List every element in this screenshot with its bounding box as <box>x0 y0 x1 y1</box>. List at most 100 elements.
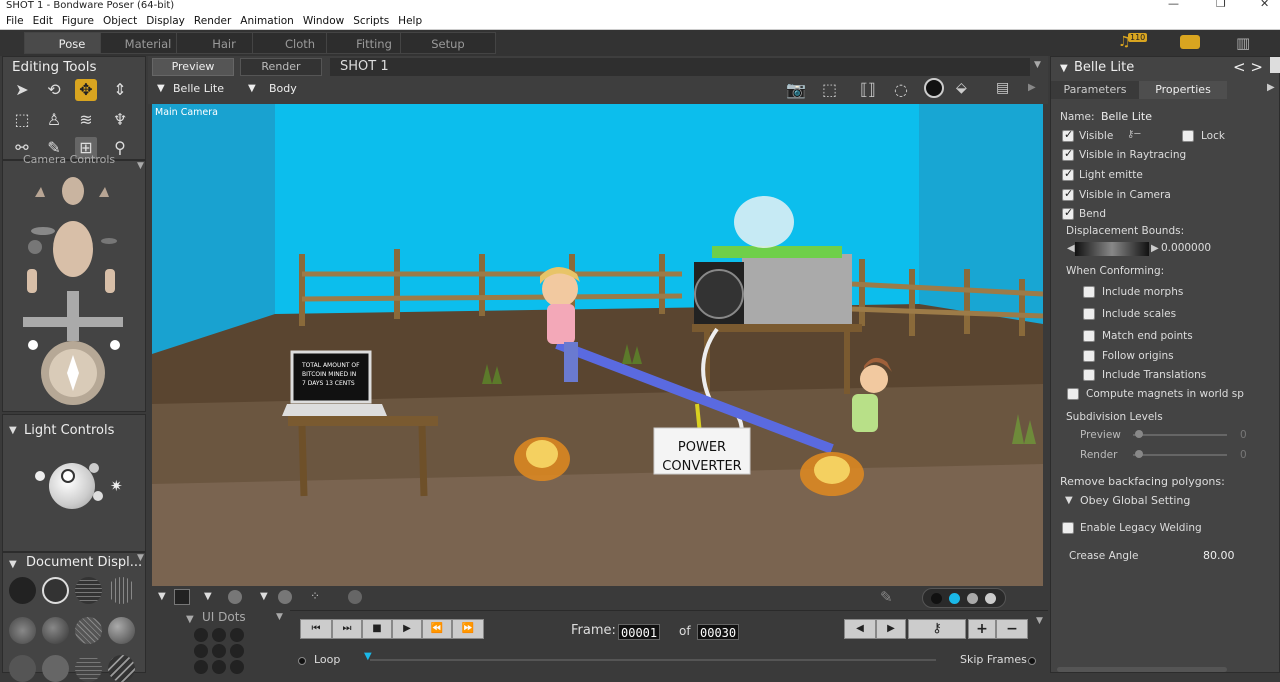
camera-dashed-icon[interactable]: ⬚ <box>822 80 837 99</box>
maximize-icon[interactable]: ❐ <box>1216 0 1226 10</box>
more-arrow-icon[interactable]: ▶ <box>1028 82 1036 93</box>
menu-object[interactable]: Object <box>103 15 137 27</box>
panel-menu-icon[interactable]: ▼ <box>276 612 283 622</box>
light-dot[interactable] <box>89 463 99 473</box>
next-frame-button[interactable]: ⏩ <box>452 619 484 639</box>
horizontal-scrollbar[interactable] <box>1057 667 1227 672</box>
increase-arrow-icon[interactable]: ▶ <box>1151 243 1159 254</box>
preview-subdiv-slider[interactable] <box>1133 434 1227 436</box>
crease-angle-value[interactable]: 80.00 <box>1203 549 1235 562</box>
scale-tool-icon[interactable]: ⬚ <box>11 109 33 131</box>
dots-cluster-icon[interactable]: ⁘ <box>310 589 330 605</box>
ui-dot[interactable] <box>194 660 208 674</box>
scene-dot[interactable] <box>949 593 960 604</box>
ui-dot[interactable] <box>212 660 226 674</box>
ui-dot[interactable] <box>194 644 208 658</box>
part-dropdown-icon[interactable]: ▼ <box>248 83 256 94</box>
more-arrow-icon[interactable]: ▶ <box>1267 82 1275 93</box>
color-swatch[interactable] <box>174 589 190 605</box>
camera-globe-icon[interactable] <box>924 78 944 98</box>
play-button[interactable]: ▶ <box>392 619 422 639</box>
light-handle[interactable] <box>61 469 75 483</box>
flat-shaded-style-button[interactable] <box>42 617 69 644</box>
outline-style-button[interactable] <box>42 577 69 604</box>
displacement-dial[interactable] <box>1075 242 1149 256</box>
tab-setup[interactable]: Setup <box>400 32 496 54</box>
twist-tool-icon[interactable]: ♙ <box>43 109 65 131</box>
close-icon[interactable]: ✕ <box>1260 0 1269 10</box>
skip-frames-radio[interactable] <box>1028 657 1036 665</box>
visible-in-raytracing-checkbox[interactable] <box>1062 147 1074 161</box>
render-slider-handle[interactable] <box>1135 450 1143 458</box>
camera-controls-graphic[interactable] <box>13 169 133 409</box>
menu-figure[interactable]: Figure <box>62 15 94 27</box>
camera-flyaround-icon[interactable]: ⬙ <box>956 80 967 96</box>
shading-sphere-icon[interactable] <box>348 590 362 604</box>
scene-dot[interactable] <box>931 593 942 604</box>
collapse-icon[interactable]: ▼ <box>9 425 17 436</box>
ui-dot[interactable] <box>212 628 226 642</box>
menu-animation[interactable]: Animation <box>240 15 294 27</box>
timeline-playhead-icon[interactable]: ▼ <box>364 651 372 662</box>
lit-wireframe-style-button[interactable] <box>9 617 36 644</box>
tab-preview[interactable]: Preview <box>152 58 234 76</box>
preview-slider-handle[interactable] <box>1135 430 1143 438</box>
current-frame-field[interactable]: 00001 <box>618 624 661 640</box>
scene-dot[interactable] <box>967 593 978 604</box>
move-tool-icon[interactable]: ⇕ <box>109 79 131 101</box>
flat-lined-style-button[interactable] <box>75 617 102 644</box>
render-subdiv-slider[interactable] <box>1133 454 1227 456</box>
obey-dropdown-icon[interactable]: ▼ <box>1065 495 1073 506</box>
library-icon[interactable]: ▥ <box>1236 34 1250 52</box>
menu-render[interactable]: Render <box>194 15 231 27</box>
enable-legacy-welding-checkbox[interactable] <box>1062 522 1074 534</box>
cartoon-style-button[interactable] <box>108 617 135 644</box>
hidden-line-style-button[interactable] <box>108 577 135 604</box>
smooth-shaded-style-button[interactable] <box>9 655 36 682</box>
texture-shaded-style-button[interactable] <box>75 655 102 682</box>
prev-frame-button[interactable]: ⏪ <box>422 619 452 639</box>
name-value[interactable]: Belle Lite <box>1101 110 1152 123</box>
ui-dot[interactable] <box>230 644 244 658</box>
chat-icon[interactable] <box>1180 35 1200 49</box>
menu-window[interactable]: Window <box>303 15 344 27</box>
3d-viewport[interactable]: TOTAL AMOUNT OF BITCOIN MINED IN 7 DAYS … <box>152 104 1043 586</box>
follow-origins-checkbox[interactable] <box>1083 350 1095 362</box>
part-selector[interactable]: Body <box>269 82 297 95</box>
scroll-handle[interactable] <box>1270 57 1280 73</box>
loop-radio[interactable] <box>298 657 306 665</box>
silhouette-style-button[interactable] <box>9 577 36 604</box>
camera-icon[interactable]: 📷 <box>786 80 806 99</box>
panel-menu-icon[interactable]: ▼ <box>137 161 144 171</box>
collapse-icon[interactable]: ▼ <box>9 559 17 570</box>
shading-sphere-icon[interactable] <box>278 590 292 604</box>
menu-file[interactable]: File <box>6 15 24 27</box>
stop-button[interactable]: ■ <box>362 619 392 639</box>
camera-rotate-icon[interactable]: ◌ <box>894 80 908 99</box>
bend-checkbox[interactable] <box>1062 206 1074 220</box>
menu-edit[interactable]: Edit <box>33 15 53 27</box>
ui-dot[interactable] <box>230 660 244 674</box>
shading-sphere-icon[interactable] <box>228 590 242 604</box>
wireframe-style-button[interactable] <box>75 577 102 604</box>
pen-icon[interactable]: ✎ <box>880 588 893 606</box>
panel-menu-icon[interactable]: ▼ <box>1034 60 1041 70</box>
menu-help[interactable]: Help <box>398 15 422 27</box>
ui-dot[interactable] <box>230 628 244 642</box>
preview-style-button[interactable] <box>108 655 135 682</box>
visible-in-camera-checkbox[interactable] <box>1062 187 1074 201</box>
visible-checkbox[interactable] <box>1062 128 1074 142</box>
light-dot[interactable] <box>35 471 45 481</box>
dropdown-icon[interactable]: ▼ <box>158 591 166 602</box>
collapse-icon[interactable]: ▼ <box>186 614 194 625</box>
go-to-end-button[interactable]: ⏭ <box>332 619 362 639</box>
chain-tool-icon[interactable]: ♆ <box>109 109 131 131</box>
light-emitter-checkbox[interactable] <box>1062 167 1074 181</box>
tab-parameters[interactable]: Parameters <box>1051 81 1139 99</box>
collapse-icon[interactable]: ▼ <box>1060 63 1068 74</box>
figure-selector[interactable]: Belle Lite <box>173 82 224 95</box>
displacement-value[interactable]: 0.000000 <box>1161 242 1211 254</box>
remove-keyframe-button[interactable]: − <box>996 619 1028 639</box>
next-keyframe-button[interactable]: ▶ <box>876 619 906 639</box>
camera-bracket-icon[interactable]: ⟦⟧ <box>860 80 876 99</box>
